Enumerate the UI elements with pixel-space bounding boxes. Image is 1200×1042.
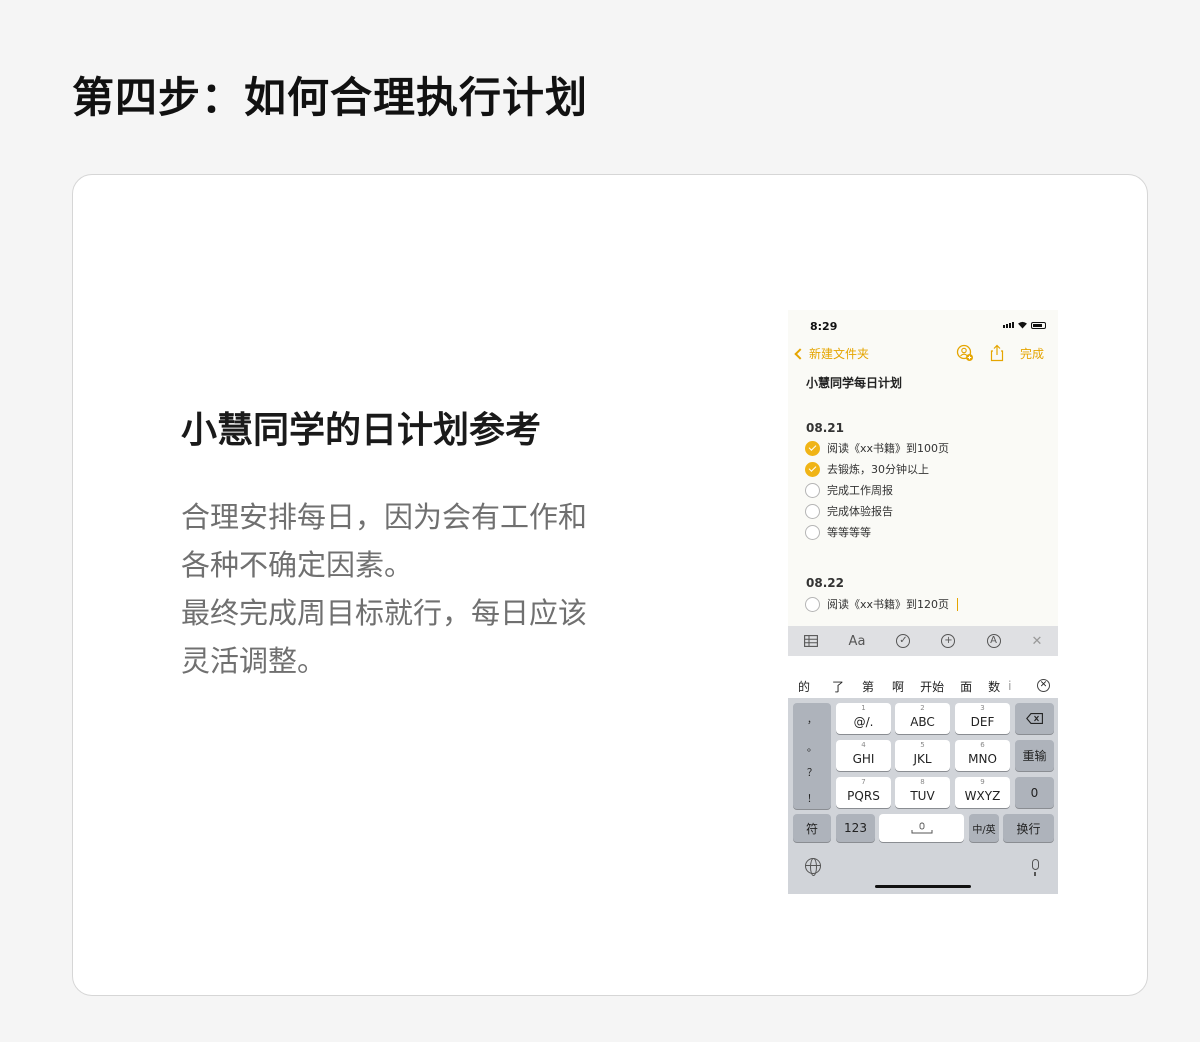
table-icon[interactable] [803, 635, 818, 647]
checklist-text: 等等等等 [827, 526, 871, 539]
reenter-key[interactable]: 重输 [1015, 740, 1054, 771]
back-label: 新建文件夹 [809, 347, 870, 361]
checklist-item: 去锻炼，30分钟以上 [805, 461, 929, 477]
close-icon[interactable]: ✕ [1032, 634, 1043, 649]
checklist-text: 完成体验报告 [827, 505, 893, 518]
candidate-word[interactable]: 数 [988, 678, 1000, 695]
keyboard: ， 。 ？ ！ 1 @/. 2 ABC 3 DEF 4 GHI 5 JKL 6 … [788, 698, 1058, 894]
key-6[interactable]: 6 MNO [955, 740, 1010, 771]
checklist-text: 阅读《xx书籍》到100页 [827, 442, 950, 455]
cellular-signal-icon [1003, 322, 1014, 328]
checkbox-unchecked-icon[interactable] [805, 524, 820, 540]
punct-key[interactable]: ， [793, 711, 831, 726]
punct-key[interactable]: ？ [793, 764, 831, 779]
checkbox-checked-icon[interactable] [805, 461, 820, 477]
key-1[interactable]: 1 @/. [836, 703, 891, 734]
checkbox-unchecked-icon[interactable] [805, 482, 820, 498]
note-title: 小慧同学每日计划 [806, 376, 903, 390]
page-title: 第四步：如何合理执行计划 [72, 73, 589, 122]
checklist-item: 阅读《xx书籍》到120页 [805, 596, 959, 612]
checkbox-unchecked-icon[interactable] [805, 596, 820, 612]
numbers-key[interactable]: 123 [836, 814, 875, 842]
key-7[interactable]: 7 PQRS [836, 777, 891, 808]
key-8[interactable]: 8 TUV [895, 777, 950, 808]
checklist-item: 完成体验报告 [805, 503, 893, 519]
key-5[interactable]: 5 JKL [895, 740, 950, 771]
candidate-word[interactable]: 面 [960, 678, 972, 695]
phone-screenshot: 8:29 新建文件夹 完成 小慧同学每日计划 08.21 阅读《xx书籍》到10… [788, 310, 1058, 894]
body-line: 各种不确定因素。 [181, 548, 414, 582]
plus-circle-icon[interactable]: + [941, 634, 956, 648]
share-icon[interactable] [988, 344, 1006, 362]
zero-key[interactable]: 0 [1015, 777, 1054, 808]
back-button[interactable]: 新建文件夹 [794, 345, 870, 362]
punct-key[interactable]: 。 [793, 739, 831, 754]
candidate-word[interactable]: 第 [862, 678, 874, 695]
candidate-word[interactable]: 开始 [920, 678, 944, 695]
status-bar: 8:29 [788, 310, 1058, 342]
content-card: 小慧同学的日计划参考 合理安排每日，因为会有工作和 各种不确定因素。 最终完成周… [72, 174, 1148, 996]
key-2[interactable]: 2 ABC [895, 703, 950, 734]
microphone-icon[interactable] [1032, 859, 1039, 876]
candidate-word[interactable]: 的 [798, 678, 810, 695]
checklist-item: 阅读《xx书籍》到100页 [805, 440, 949, 456]
space-key[interactable] [879, 814, 964, 842]
body-line: 合理安排每日，因为会有工作和 [181, 500, 588, 534]
checklist-text: 去锻炼，30分钟以上 [827, 463, 929, 476]
checklist-icon[interactable]: ✓ [896, 634, 911, 648]
key-9[interactable]: 9 WXYZ [955, 777, 1010, 808]
section-date: 08.21 [806, 421, 844, 435]
checklist-text[interactable]: 阅读《xx书籍》到120页 [827, 596, 949, 612]
candidate-word[interactable]: 了 [832, 678, 844, 695]
body-line: 最终完成周目标就行，每日应该 [181, 596, 588, 630]
punctuation-key-column[interactable]: ， 。 ？ ！ [793, 703, 831, 809]
checkbox-checked-icon[interactable] [805, 440, 820, 456]
return-key[interactable]: 换行 [1003, 814, 1054, 842]
checklist-text: 完成工作周报 [827, 484, 893, 497]
chevron-left-icon [794, 347, 806, 360]
checkbox-unchecked-icon[interactable] [805, 503, 820, 519]
card-body: 合理安排每日，因为会有工作和 各种不确定因素。 最终完成周目标就行，每日应该 灵… [181, 493, 621, 685]
battery-icon [1031, 321, 1046, 329]
body-line: 灵活调整。 [181, 644, 327, 678]
wifi-icon [1018, 321, 1027, 329]
text-cursor [957, 597, 959, 611]
format-text-button[interactable]: Aa [849, 634, 866, 649]
symbols-key[interactable]: 符 [793, 814, 831, 842]
card-title: 小慧同学的日计划参考 [181, 410, 542, 451]
markup-pen-icon[interactable]: A [986, 634, 1001, 648]
status-time: 8:29 [810, 320, 838, 333]
globe-icon[interactable] [805, 858, 821, 876]
candidate-word[interactable]: i [1008, 679, 1011, 693]
close-candidates-icon[interactable]: ✕ [1037, 679, 1050, 692]
nav-bar: 新建文件夹 完成 [788, 342, 1058, 370]
key-3[interactable]: 3 DEF [955, 703, 1010, 734]
checklist-item: 等等等等 [805, 524, 871, 540]
section-date: 08.22 [806, 576, 844, 590]
done-button[interactable]: 完成 [1020, 345, 1044, 362]
candidate-bar: 的 了 第 啊 开始 面 数 i ✕ [788, 674, 1058, 698]
backspace-icon[interactable] [1015, 703, 1054, 734]
key-4[interactable]: 4 GHI [836, 740, 891, 771]
checklist-item: 完成工作周报 [805, 482, 893, 498]
format-toolbar: Aa ✓ + A ✕ [788, 626, 1058, 656]
space-mic-icon [911, 822, 932, 834]
language-switch-key[interactable]: 中/英 [969, 814, 999, 842]
punct-key[interactable]: ！ [793, 790, 831, 805]
candidate-word[interactable]: 啊 [892, 678, 904, 695]
add-person-icon[interactable] [956, 344, 974, 362]
home-indicator [875, 885, 971, 888]
